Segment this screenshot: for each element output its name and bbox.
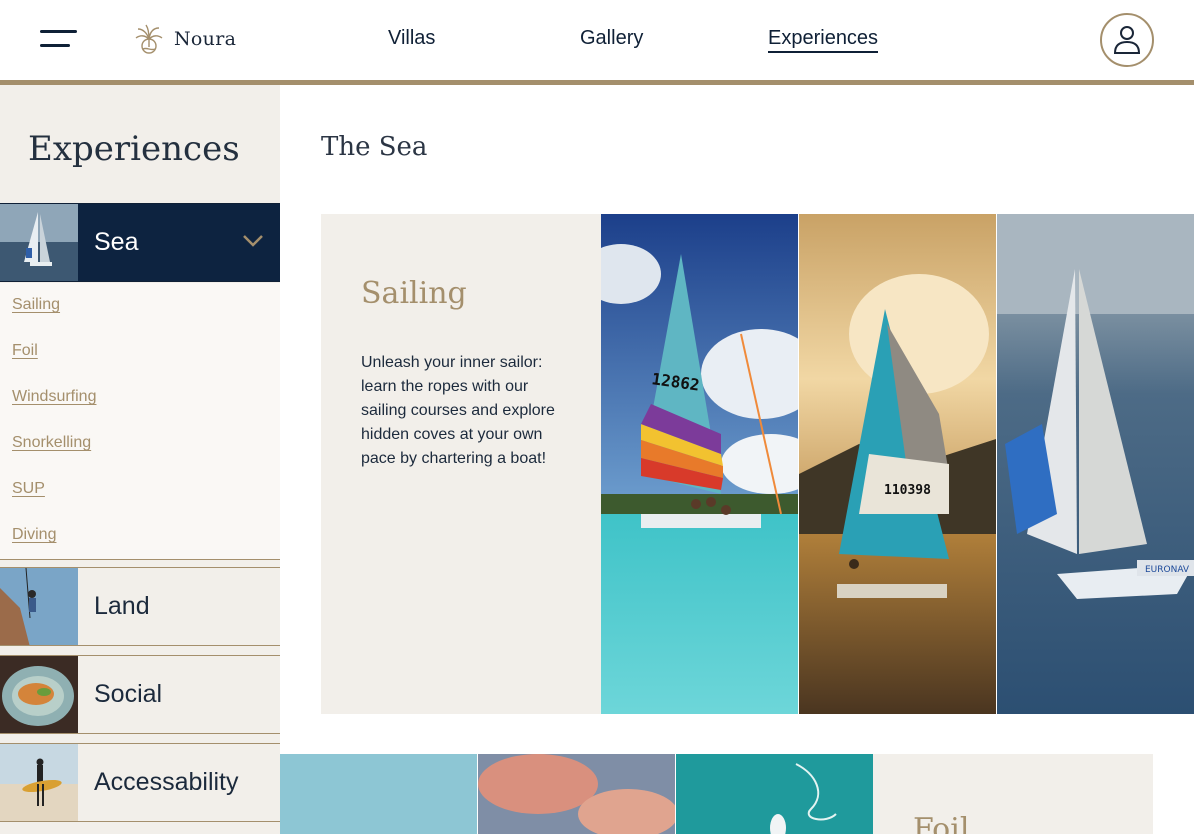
submenu-diving[interactable]: Diving <box>12 526 56 544</box>
brand-logo[interactable]: Noura <box>134 22 236 56</box>
category-label-accessability: Accessability <box>94 768 239 796</box>
sea-thumbnail <box>0 204 78 281</box>
palm-logo-icon <box>135 24 163 54</box>
category-land[interactable]: Land <box>0 567 280 646</box>
sidebar-title: Experiences <box>28 129 240 169</box>
submenu-sailing[interactable]: Sailing <box>12 296 60 314</box>
category-label-sea: Sea <box>94 228 139 256</box>
sailing-photo-yacht[interactable]: EURONAV <box>997 214 1194 714</box>
nav-gallery[interactable]: Gallery <box>580 26 643 50</box>
foil-photo-clouds[interactable] <box>478 754 675 834</box>
category-accessability[interactable]: Accessability <box>0 743 280 822</box>
foil-card[interactable]: Foil <box>873 754 1153 834</box>
account-button[interactable] <box>1100 13 1154 67</box>
sailing-card-description: Unleash your inner sailor: learn the rop… <box>361 354 555 467</box>
foil-card-title: Foil <box>913 812 970 834</box>
svg-text:110398: 110398 <box>884 483 931 498</box>
svg-text:EURONAV: EURONAV <box>1145 565 1190 575</box>
foil-photo-water[interactable] <box>676 754 873 834</box>
accessability-thumbnail <box>0 744 78 821</box>
land-thumbnail <box>0 568 78 645</box>
sailing-photo-catamaran[interactable]: 12862 <box>601 214 798 714</box>
submenu-sup[interactable]: SUP <box>12 480 45 498</box>
submenu-windsurfing[interactable]: Windsurfing <box>12 388 96 406</box>
category-social[interactable]: Social <box>0 655 280 734</box>
category-label-social: Social <box>94 680 163 708</box>
chevron-down-icon[interactable] <box>242 234 264 248</box>
brand-name: Noura <box>174 28 237 50</box>
top-header: Noura Villas Gallery Experiences <box>0 0 1194 80</box>
submenu-foil[interactable]: Foil <box>12 342 38 360</box>
user-icon <box>1113 26 1141 54</box>
hamburger-icon[interactable] <box>40 30 78 48</box>
category-label-land: Land <box>94 592 150 620</box>
nav-experiences[interactable]: Experiences <box>768 26 879 53</box>
foil-photo-sky[interactable] <box>280 754 477 834</box>
submenu-snorkelling[interactable]: Snorkelling <box>12 434 91 452</box>
section-title: The Sea <box>321 132 428 162</box>
sailing-photo-sunset[interactable]: 110398 <box>799 214 996 714</box>
social-thumbnail <box>0 656 78 733</box>
category-sea[interactable]: Sea <box>0 203 280 282</box>
nav-villas[interactable]: Villas <box>388 26 435 50</box>
sea-submenu: Sailing Foil Windsurfing Snorkelling SUP… <box>0 283 280 560</box>
sailing-card-title: Sailing <box>361 276 467 311</box>
experiences-sidebar: Experiences Sea Sailing Foil Windsurfing… <box>0 85 280 834</box>
sailing-card[interactable]: Sailing Unleash your inner sailor: learn… <box>321 214 601 714</box>
